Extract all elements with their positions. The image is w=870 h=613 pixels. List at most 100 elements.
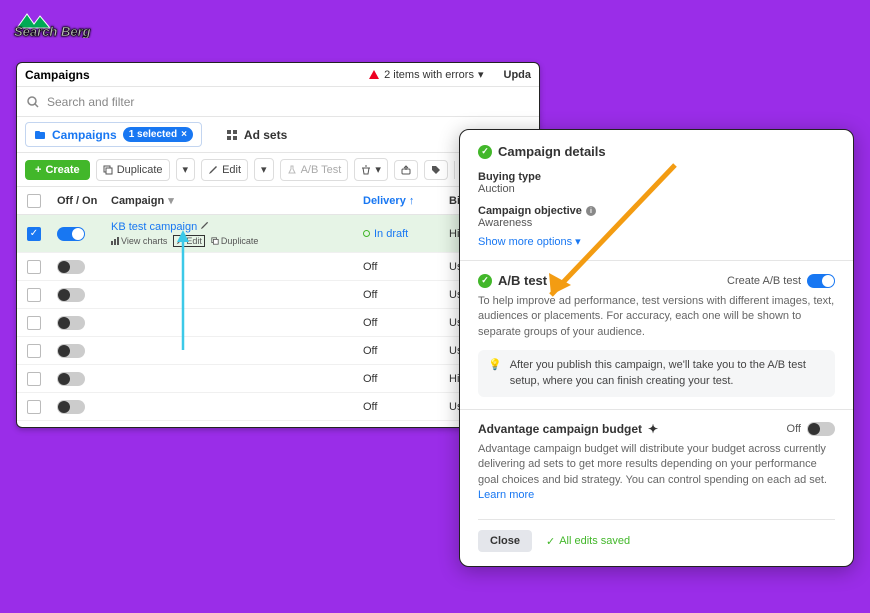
edit-dropdown[interactable]: ▾ xyxy=(254,158,274,181)
check-circle-icon: ✓ xyxy=(478,274,492,288)
objective-label: Campaign objectivei xyxy=(478,205,835,217)
duplicate-dropdown[interactable]: ▾ xyxy=(176,158,196,181)
window-title: Campaigns xyxy=(25,68,90,82)
panel-footer: Close ✓All edits saved xyxy=(478,519,835,552)
select-all-checkbox[interactable] xyxy=(27,194,41,208)
objective-value: Awareness xyxy=(478,217,835,229)
row-toggle[interactable] xyxy=(57,260,85,274)
copy-icon xyxy=(211,237,219,245)
abtest-tip: 💡 After you publish this campaign, we'll… xyxy=(478,350,835,397)
chevron-down-icon: ▾ xyxy=(478,68,484,81)
pencil-icon xyxy=(176,237,184,245)
duplicate-button[interactable]: Duplicate xyxy=(96,159,170,181)
col-offon[interactable]: Off / On xyxy=(51,195,105,207)
view-charts-action[interactable]: View charts xyxy=(111,235,167,247)
col-delivery[interactable]: Delivery ↑ xyxy=(357,195,443,207)
delivery-status: Off xyxy=(357,261,443,273)
sort-caret-icon: ▾ xyxy=(168,194,174,207)
svg-text:Search Berg: Search Berg xyxy=(14,24,91,38)
show-more-link[interactable]: Show more options▾ xyxy=(478,235,835,248)
search-icon xyxy=(27,96,39,108)
pencil-icon xyxy=(208,165,218,175)
create-button[interactable]: +Create xyxy=(25,160,90,180)
buying-type-label: Buying type xyxy=(478,171,835,183)
clear-selection-icon[interactable]: × xyxy=(181,129,187,140)
advantage-off-label: Off xyxy=(787,423,801,435)
close-button[interactable]: Close xyxy=(478,530,532,552)
copy-icon xyxy=(103,165,113,175)
tab-campaigns[interactable]: Campaigns 1 selected × xyxy=(25,122,202,147)
plus-icon: + xyxy=(35,164,41,176)
abtest-title: A/B test xyxy=(498,273,547,288)
row-checkbox[interactable] xyxy=(27,316,41,330)
abtest-section-header: ✓ A/B test Create A/B test xyxy=(478,273,835,288)
trash-icon xyxy=(361,165,371,175)
row-checkbox[interactable] xyxy=(27,400,41,414)
delivery-status: In draft xyxy=(374,228,408,240)
buying-type-value: Auction xyxy=(478,183,835,195)
toolbar-divider xyxy=(454,161,455,179)
chevron-down-icon: ▾ xyxy=(575,235,581,248)
row-toggle[interactable] xyxy=(57,344,85,358)
row-toggle[interactable] xyxy=(57,400,85,414)
export-icon xyxy=(401,165,411,175)
advantage-toggle[interactable] xyxy=(807,422,835,436)
create-abtest-label: Create A/B test xyxy=(727,275,801,287)
selected-count-pill: 1 selected × xyxy=(123,127,193,142)
check-circle-icon: ✓ xyxy=(478,145,492,159)
edit-action[interactable]: Edit xyxy=(173,235,205,247)
grid-icon xyxy=(226,129,238,141)
export-button[interactable] xyxy=(394,160,418,180)
brand-logo: Search Berg xyxy=(12,8,100,38)
section-divider xyxy=(460,409,853,410)
row-checkbox[interactable] xyxy=(27,428,41,429)
row-checkbox[interactable]: ✓ xyxy=(27,227,41,241)
search-placeholder: Search and filter xyxy=(47,95,134,109)
update-text: Upda xyxy=(504,69,532,81)
learn-more-link[interactable]: Learn more xyxy=(478,489,534,501)
error-banner[interactable]: 2 items with errors ▾ xyxy=(368,68,483,81)
abtest-description: To help improve ad performance, test ver… xyxy=(478,294,835,340)
row-checkbox[interactable] xyxy=(27,372,41,386)
row-toggle[interactable] xyxy=(57,428,85,429)
row-toggle[interactable] xyxy=(57,227,85,241)
check-icon: ✓ xyxy=(546,535,555,548)
advantage-title: Advantage campaign budget xyxy=(478,422,642,436)
advantage-section-header: Advantage campaign budget ✦ Off xyxy=(478,422,835,436)
tag-button[interactable] xyxy=(424,160,448,180)
row-checkbox[interactable] xyxy=(27,260,41,274)
status-dot-icon xyxy=(363,230,370,237)
info-icon[interactable]: i xyxy=(586,206,596,216)
plus-icon: ✦ xyxy=(648,422,658,436)
delete-button[interactable]: ▾ xyxy=(354,158,388,181)
window-titlebar: Campaigns 2 items with errors ▾ Upda xyxy=(17,63,539,87)
row-toggle[interactable] xyxy=(57,372,85,386)
tab-adsets[interactable]: Ad sets xyxy=(218,124,295,146)
duplicate-action[interactable]: Duplicate xyxy=(211,235,259,247)
delivery-status: Off xyxy=(357,373,443,385)
edit-button[interactable]: Edit xyxy=(201,159,248,181)
save-status: ✓All edits saved xyxy=(546,535,630,548)
row-toggle[interactable] xyxy=(57,316,85,330)
chart-icon xyxy=(111,237,119,245)
campaign-name-link[interactable]: KB test campaign xyxy=(111,221,209,233)
delivery-status: Off xyxy=(357,289,443,301)
delivery-status: Off xyxy=(357,317,443,329)
campaign-details-panel: ✓Campaign details Buying type Auction Ca… xyxy=(459,129,854,567)
delivery-status: Off xyxy=(357,401,443,413)
row-checkbox[interactable] xyxy=(27,288,41,302)
folder-icon xyxy=(34,129,46,141)
abtest-button[interactable]: A/B Test xyxy=(280,159,349,181)
row-toggle[interactable] xyxy=(57,288,85,302)
search-bar[interactable]: Search and filter xyxy=(17,87,539,117)
abtest-toggle[interactable] xyxy=(807,274,835,288)
row-checkbox[interactable] xyxy=(27,344,41,358)
warning-icon xyxy=(368,69,380,81)
flask-icon xyxy=(287,165,297,175)
panel-title: ✓Campaign details xyxy=(478,144,835,159)
tag-icon xyxy=(431,165,441,175)
pencil-icon xyxy=(200,221,209,230)
section-divider xyxy=(460,260,853,261)
col-campaign[interactable]: Campaign▾ xyxy=(105,194,357,207)
advantage-description: Advantage campaign budget will distribut… xyxy=(478,442,835,504)
